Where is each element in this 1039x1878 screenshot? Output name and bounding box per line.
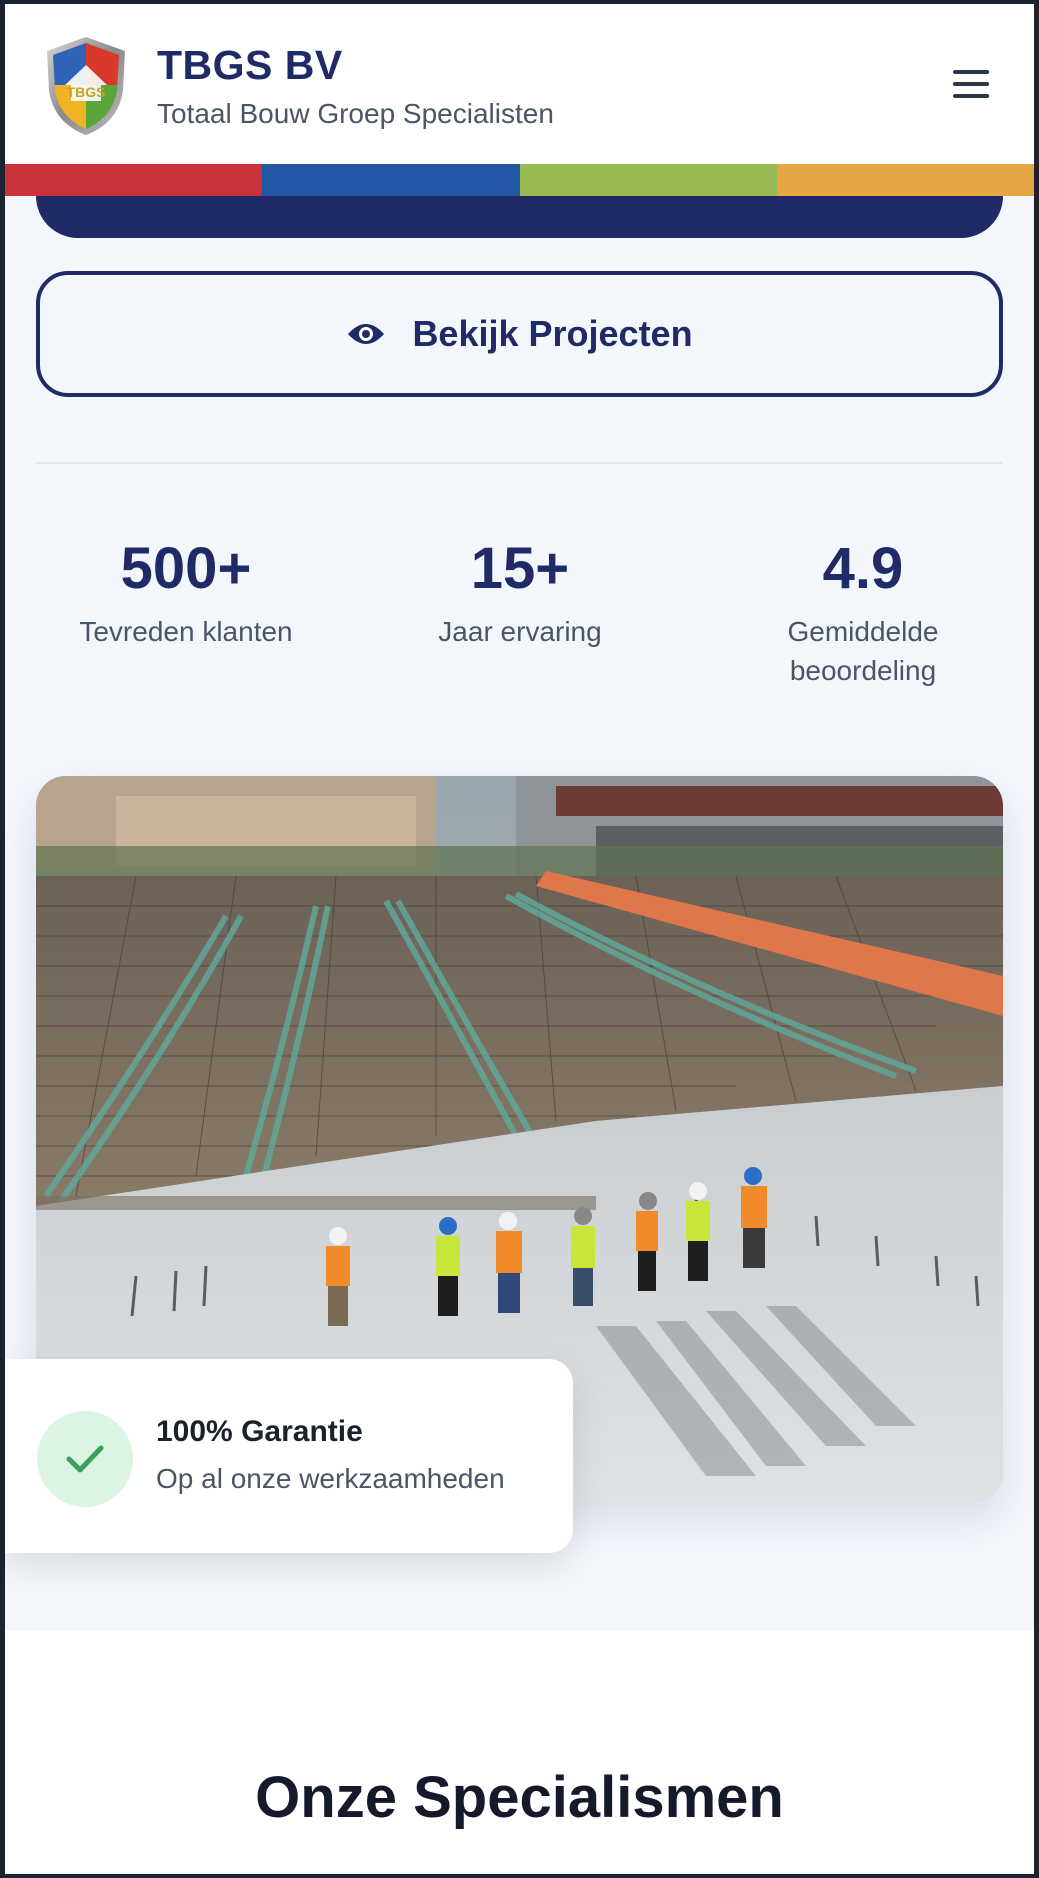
svg-text:TBGS: TBGS [67,84,106,100]
brand-color-stripe [5,164,1034,196]
stripe-orange [776,164,1034,196]
stat-rating: 4.9 Gemiddelde beoordeling [733,540,993,690]
stat-label: Tevreden klanten [79,616,293,647]
site-header: TBGS TBGS BV Totaal Bouw Groep Specialis… [5,4,1034,164]
stripe-green [519,164,777,196]
guarantee-title: 100% Garantie [156,1415,363,1448]
specialisms-title: Onze Specialismen [255,1765,784,1830]
eye-icon [348,324,385,344]
stripe-blue [262,164,520,196]
logo-shield-icon[interactable]: TBGS [43,35,129,135]
stat-clients: 500+ Tevreden klanten [36,540,336,651]
stat-experience: 15+ Jaar ervaring [370,540,670,651]
guarantee-card: 100% Garantie Op al onze werkzaamheden [5,1359,573,1553]
brand-tagline: Totaal Bouw Groep Specialisten [157,98,554,129]
stat-label: Gemiddelde beoordeling [787,616,939,687]
stat-value: 500+ [120,536,252,601]
brand-name[interactable]: TBGS BV [157,42,343,89]
view-projects-button[interactable]: Bekijk Projecten [36,271,1003,397]
view-projects-label: Bekijk Projecten [412,313,693,354]
divider [36,462,1003,464]
stripe-red [5,164,263,196]
stat-value: 4.9 [822,536,904,601]
specialisms-section [5,1630,1034,1874]
checkmark-icon [37,1411,133,1507]
stat-label: Jaar ervaring [438,616,602,647]
page-frame: TBGS TBGS BV Totaal Bouw Groep Specialis… [5,4,1034,1874]
guarantee-subtitle: Op al onze werkzaamheden [156,1463,505,1494]
stat-value: 15+ [470,536,570,601]
hamburger-menu-icon[interactable] [951,64,991,104]
